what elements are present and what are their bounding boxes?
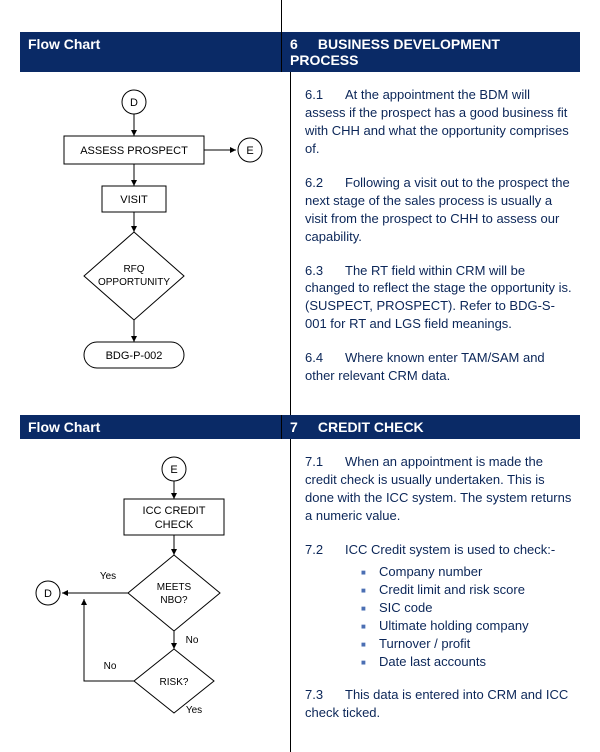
list-item: Company number bbox=[361, 563, 572, 581]
section-7-title-bar: 7 CREDIT CHECK bbox=[282, 415, 580, 439]
assess-prospect-label: ASSESS PROSPECT bbox=[80, 145, 188, 157]
meets-label-1: MEETS bbox=[157, 582, 192, 593]
flowchart-header-7: Flow Chart bbox=[20, 415, 282, 439]
no-label-risk: No bbox=[104, 661, 117, 672]
para-6-2: 6.2Following a visit out to the prospect… bbox=[305, 174, 572, 246]
rfq-label-2: OPPORTUNITY bbox=[98, 277, 170, 288]
meets-nbo-diamond bbox=[128, 555, 220, 631]
section-6-text: 6.1At the appointment the BDM will asses… bbox=[291, 72, 580, 415]
list-item: Credit limit and risk score bbox=[361, 581, 572, 599]
list-item: SIC code bbox=[361, 599, 572, 617]
node-e-label: E bbox=[246, 145, 253, 157]
visit-label: VISIT bbox=[120, 194, 148, 206]
section-7-header: Flow Chart 7 CREDIT CHECK bbox=[20, 415, 580, 439]
para-6-1: 6.1At the appointment the BDM will asses… bbox=[305, 86, 572, 158]
section-7-text: 7.1When an appointment is made the credi… bbox=[291, 439, 580, 752]
section-7-body: E ICC CREDIT CHECK MEETS NBO? Yes bbox=[20, 439, 580, 752]
icc-label-2: CHECK bbox=[155, 519, 194, 531]
para-6-4: 6.4Where known enter TAM/SAM and other r… bbox=[305, 349, 572, 385]
yes-label-meets: Yes bbox=[100, 571, 116, 582]
icc-check-list: Company number Credit limit and risk sco… bbox=[305, 563, 572, 671]
node-d-label: D bbox=[130, 97, 138, 109]
icc-label-1: ICC CREDIT bbox=[143, 505, 206, 517]
meets-label-2: NBO? bbox=[160, 595, 188, 606]
flowchart-6: D ASSESS PROSPECT E VISIT bbox=[20, 72, 290, 384]
flowchart-7: E ICC CREDIT CHECK MEETS NBO? Yes bbox=[20, 439, 290, 721]
list-item: Date last accounts bbox=[361, 653, 572, 671]
section-6-header: Flow Chart 6 BUSINESS DEVELOPMENT PROCES… bbox=[20, 32, 580, 72]
section-6-title-bar: 6 BUSINESS DEVELOPMENT PROCESS bbox=[282, 32, 580, 72]
section-6-title: BUSINESS DEVELOPMENT PROCESS bbox=[290, 36, 500, 68]
section-6-body: D ASSESS PROSPECT E VISIT bbox=[20, 72, 580, 415]
rfq-opportunity-diamond bbox=[84, 232, 184, 320]
bdg-p-002-label: BDG-P-002 bbox=[106, 350, 163, 362]
node-d-label-7: D bbox=[44, 588, 52, 600]
para-6-3: 6.3The RT field within CRM will be chang… bbox=[305, 262, 572, 334]
section-7-number: 7 bbox=[290, 419, 314, 435]
flowchart-header-6: Flow Chart bbox=[20, 32, 282, 72]
risk-label: RISK? bbox=[160, 677, 189, 688]
section-7-title: CREDIT CHECK bbox=[318, 419, 424, 435]
list-item: Ultimate holding company bbox=[361, 617, 572, 635]
node-e-label-7: E bbox=[170, 464, 177, 476]
para-7-3: 7.3This data is entered into CRM and ICC… bbox=[305, 686, 572, 722]
rfq-label-1: RFQ bbox=[123, 264, 144, 275]
no-label-meets: No bbox=[186, 635, 199, 646]
para-7-1: 7.1When an appointment is made the credi… bbox=[305, 453, 572, 525]
list-item: Turnover / profit bbox=[361, 635, 572, 653]
yes-label-risk: Yes bbox=[186, 705, 202, 716]
para-7-2: 7.2ICC Credit system is used to check:- bbox=[305, 541, 572, 559]
section-6-number: 6 bbox=[290, 36, 314, 52]
